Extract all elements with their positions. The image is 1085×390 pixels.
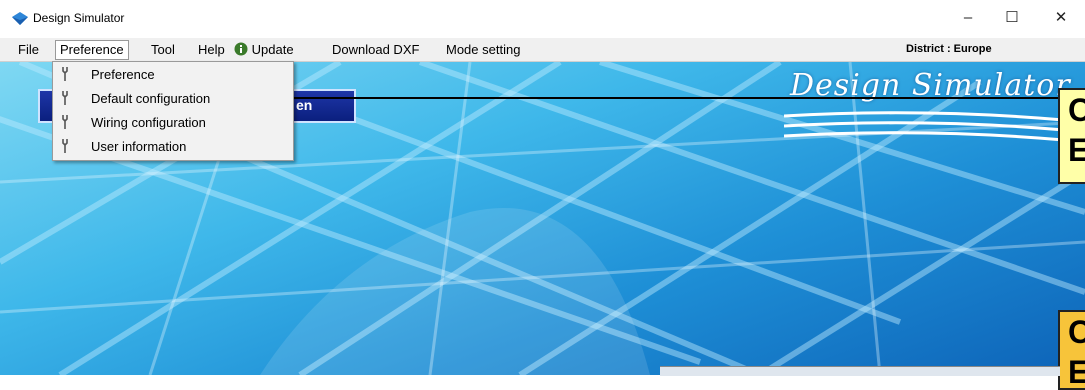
wrench-icon: [62, 67, 68, 81]
app-logo-icon: [12, 12, 28, 25]
minimize-button[interactable]: –: [953, 8, 983, 28]
annotation-pointer-line: [233, 97, 1058, 99]
dropdown-item-label: Preference: [91, 67, 155, 82]
title-bar: Design Simulator – ☐ ✕: [0, 0, 1085, 38]
preference-dropdown-menu: Preference Default configuration Wiring …: [52, 61, 294, 161]
info-icon: [234, 42, 248, 56]
menu-mode-setting[interactable]: Mode setting: [442, 41, 524, 59]
dropdown-item-label: User information: [91, 139, 187, 154]
dropdown-item-default-configuration[interactable]: Default configuration: [53, 87, 291, 111]
menu-help[interactable]: Help: [194, 41, 229, 59]
annotation-callout-bottom: C E: [1058, 310, 1085, 390]
wrench-icon: [62, 115, 68, 129]
dropdown-item-preference[interactable]: Preference: [53, 63, 291, 87]
dropdown-item-wiring-configuration[interactable]: Wiring configuration: [53, 111, 291, 135]
annotation-callout-top: C E: [1058, 88, 1085, 184]
district-label: District : Europe: [906, 43, 992, 55]
window-title: Design Simulator: [33, 11, 125, 25]
menu-bar: File Preference Tool Help Update Downloa…: [0, 38, 1085, 62]
menu-download-dxf[interactable]: Download DXF: [328, 41, 423, 59]
menu-update-label: Update: [251, 42, 294, 57]
brand-swoosh: [784, 111, 1064, 142]
start-button-label: en: [296, 97, 313, 113]
dropdown-item-label: Default configuration: [91, 91, 211, 106]
close-button[interactable]: ✕: [1046, 8, 1076, 28]
maximize-button[interactable]: ☐: [997, 8, 1027, 28]
wrench-icon: [62, 139, 68, 153]
dropdown-item-label: Wiring configuration: [91, 115, 206, 130]
menu-update[interactable]: Update: [230, 41, 298, 59]
menu-tool[interactable]: Tool: [147, 41, 179, 59]
dropdown-item-user-information[interactable]: User information: [53, 135, 291, 159]
menu-preference[interactable]: Preference: [55, 40, 129, 60]
wrench-icon: [62, 91, 68, 105]
menu-file[interactable]: File: [14, 41, 43, 59]
